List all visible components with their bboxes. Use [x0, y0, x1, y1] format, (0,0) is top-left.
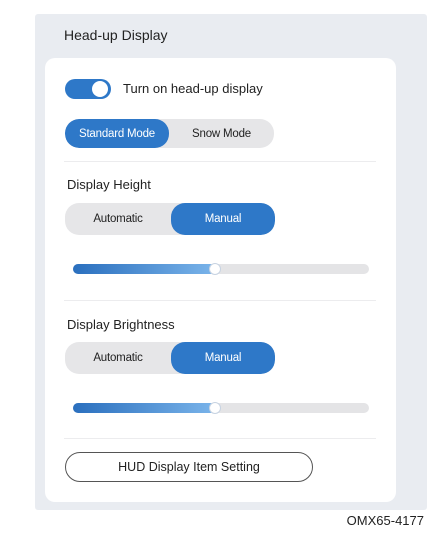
- display-height-slider[interactable]: [73, 263, 369, 275]
- slider-fill: [73, 264, 216, 274]
- figure-code: OMX65-4177: [346, 513, 424, 528]
- brightness-automatic-button[interactable]: Automatic: [65, 342, 171, 374]
- mode-segmented-control: Standard Mode Snow Mode: [65, 119, 274, 148]
- settings-card: Turn on head-up display Standard Mode Sn…: [45, 58, 396, 502]
- divider: [64, 438, 376, 439]
- brightness-manual-button[interactable]: Manual: [171, 342, 275, 374]
- hud-toggle-switch[interactable]: [65, 79, 111, 99]
- toggle-knob: [92, 81, 108, 97]
- divider: [64, 161, 376, 162]
- slider-thumb[interactable]: [209, 263, 222, 275]
- height-manual-button[interactable]: Manual: [171, 203, 275, 235]
- brightness-segmented-control: Automatic Manual: [65, 342, 275, 374]
- snow-mode-button[interactable]: Snow Mode: [169, 119, 274, 148]
- slider-thumb[interactable]: [209, 402, 222, 414]
- hud-display-item-setting-button[interactable]: HUD Display Item Setting: [65, 452, 313, 482]
- hud-toggle-label: Turn on head-up display: [123, 81, 263, 96]
- divider: [64, 300, 376, 301]
- display-brightness-title: Display Brightness: [67, 317, 175, 332]
- hud-settings-panel: Head-up Display Turn on head-up display …: [35, 14, 427, 510]
- standard-mode-button[interactable]: Standard Mode: [65, 119, 169, 148]
- height-automatic-button[interactable]: Automatic: [65, 203, 171, 235]
- panel-title: Head-up Display: [64, 27, 168, 43]
- display-brightness-slider[interactable]: [73, 402, 369, 414]
- slider-fill: [73, 403, 216, 413]
- display-height-title: Display Height: [67, 177, 151, 192]
- height-segmented-control: Automatic Manual: [65, 203, 275, 235]
